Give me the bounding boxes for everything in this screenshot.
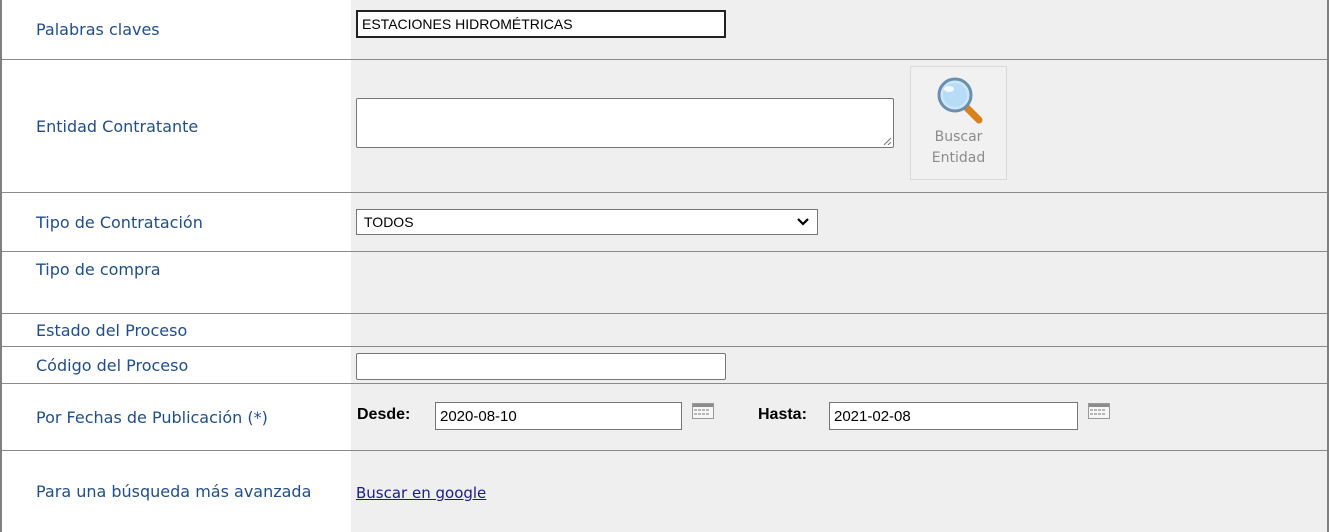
google-search-link[interactable]: Buscar en google — [356, 484, 486, 502]
entity-label: Entidad Contratante — [2, 60, 351, 192]
keywords-row: Palabras claves ESTACIONES HIDROMÉTRICAS — [2, 0, 1327, 60]
process-state-row: Estado del Proceso — [2, 314, 1327, 347]
chevron-down-icon — [797, 218, 809, 226]
purchase-type-label: Tipo de compra — [2, 252, 351, 313]
publication-dates-row: Por Fechas de Publicación (*) Desde: 202… — [2, 384, 1327, 451]
entity-textarea[interactable] — [356, 98, 894, 148]
keywords-label: Palabras claves — [2, 0, 351, 59]
calendar-icon[interactable] — [1088, 403, 1110, 419]
process-state-label: Estado del Proceso — [2, 314, 351, 346]
contract-type-label: Tipo de Contratación — [2, 193, 351, 251]
keywords-input[interactable]: ESTACIONES HIDROMÉTRICAS — [356, 10, 726, 38]
magnifier-icon — [937, 77, 982, 124]
calendar-icon[interactable] — [692, 403, 714, 419]
process-code-input[interactable] — [356, 353, 726, 380]
publication-dates-label: Por Fechas de Publicación (*) — [2, 384, 351, 450]
purchase-type-row: Tipo de compra — [2, 252, 1327, 314]
search-form: Palabras claves ESTACIONES HIDROMÉTRICAS… — [0, 0, 1329, 532]
from-date-input[interactable]: 2020-08-10 — [435, 402, 682, 430]
process-code-row: Código del Proceso — [2, 347, 1327, 384]
contract-type-selected: TODOS — [364, 214, 414, 230]
search-entity-button[interactable]: Buscar Entidad — [910, 66, 1007, 180]
process-code-label: Código del Proceso — [2, 347, 351, 383]
entity-row: Entidad Contratante Buscar Entidad — [2, 60, 1327, 193]
contract-type-select[interactable]: TODOS — [356, 209, 818, 235]
advanced-search-row: Para una búsqueda más avanzada Buscar en… — [2, 451, 1327, 532]
to-date-input[interactable]: 2021-02-08 — [829, 402, 1078, 430]
contract-type-row: Tipo de Contratación TODOS — [2, 193, 1327, 252]
search-entity-label: Buscar Entidad — [931, 129, 986, 166]
advanced-search-label: Para una búsqueda más avanzada — [2, 451, 351, 532]
from-date-label: Desde: — [357, 406, 411, 423]
resize-grip-icon[interactable] — [883, 137, 891, 145]
to-date-label: Hasta: — [758, 406, 807, 423]
